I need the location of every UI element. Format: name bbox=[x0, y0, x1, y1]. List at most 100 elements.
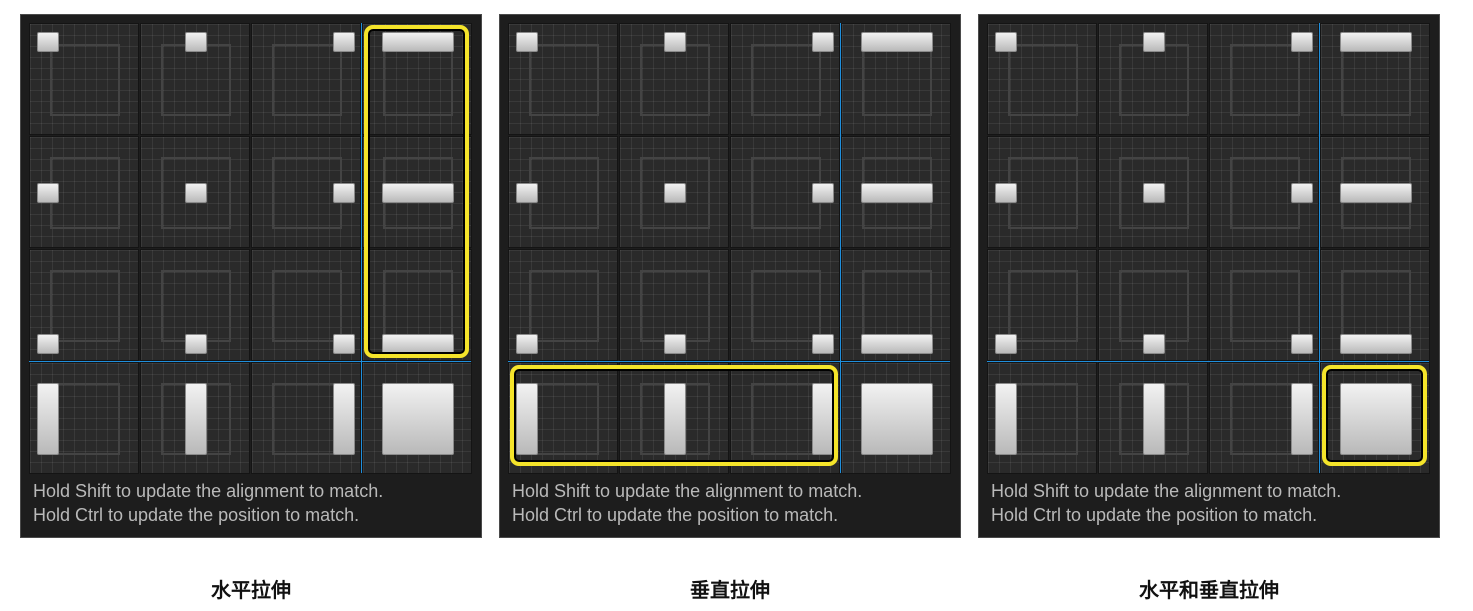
anchor-preset-bottom-right[interactable] bbox=[251, 249, 361, 361]
anchor-preset-center-stretch[interactable] bbox=[362, 136, 472, 248]
anchor-preset-stretch-center[interactable] bbox=[140, 362, 250, 474]
anchor-preset-stretch-left[interactable] bbox=[508, 362, 618, 474]
caption-vertical-stretch: 垂直拉伸 bbox=[690, 578, 770, 602]
anchor-preset-center-center[interactable] bbox=[140, 136, 250, 248]
anchor-marker-icon bbox=[516, 383, 538, 455]
anchor-preset-top-center[interactable] bbox=[140, 23, 250, 135]
anchor-frame bbox=[529, 270, 599, 342]
anchor-marker-icon bbox=[37, 383, 59, 455]
anchor-marker-icon bbox=[382, 334, 454, 354]
anchor-frame bbox=[640, 270, 710, 342]
anchor-frame bbox=[272, 270, 342, 342]
anchor-preset-center-stretch[interactable] bbox=[1320, 136, 1430, 248]
anchor-marker-icon bbox=[995, 383, 1017, 455]
anchor-marker-icon bbox=[664, 334, 686, 354]
anchor-marker-icon bbox=[995, 183, 1017, 203]
anchor-preset-top-stretch[interactable] bbox=[362, 23, 472, 135]
anchor-preset-stretch-right[interactable] bbox=[251, 362, 361, 474]
anchor-marker-icon bbox=[812, 334, 834, 354]
anchor-marker-icon bbox=[333, 334, 355, 354]
caption-horizontal-stretch: 水平拉伸 bbox=[211, 578, 291, 602]
anchor-preset-top-right[interactable] bbox=[1209, 23, 1319, 135]
anchor-grid bbox=[508, 23, 952, 481]
anchor-preset-center-right[interactable] bbox=[1209, 136, 1319, 248]
anchor-frame bbox=[751, 44, 821, 116]
anchor-frame bbox=[1341, 270, 1411, 342]
anchor-marker-icon bbox=[861, 183, 933, 203]
anchor-frame bbox=[1008, 44, 1078, 116]
anchor-frame bbox=[529, 383, 599, 455]
anchor-marker-icon bbox=[516, 334, 538, 354]
anchor-frame bbox=[383, 270, 453, 342]
anchor-preset-bottom-stretch[interactable] bbox=[841, 249, 951, 361]
anchor-marker-icon bbox=[861, 32, 933, 52]
anchor-frame bbox=[161, 44, 231, 116]
anchor-marker-icon bbox=[37, 334, 59, 354]
anchor-frame bbox=[1008, 157, 1078, 229]
stretch-divider-vertical bbox=[361, 23, 362, 473]
anchor-marker-icon bbox=[382, 32, 454, 52]
anchor-preset-top-right[interactable] bbox=[251, 23, 361, 135]
anchor-preset-bottom-right[interactable] bbox=[730, 249, 840, 361]
anchor-marker-icon bbox=[995, 334, 1017, 354]
anchor-preset-top-stretch[interactable] bbox=[1320, 23, 1430, 135]
anchor-marker-icon bbox=[333, 383, 355, 455]
anchor-grid bbox=[29, 23, 473, 481]
anchor-preset-stretch-stretch[interactable] bbox=[841, 362, 951, 474]
anchor-preset-stretch-right[interactable] bbox=[1209, 362, 1319, 474]
anchor-preset-center-right[interactable] bbox=[730, 136, 840, 248]
anchor-preset-bottom-stretch[interactable] bbox=[1320, 249, 1430, 361]
anchor-marker-icon bbox=[333, 32, 355, 52]
anchor-preset-bottom-left[interactable] bbox=[987, 249, 1097, 361]
anchor-preset-stretch-left[interactable] bbox=[29, 362, 139, 474]
anchor-frame bbox=[272, 157, 342, 229]
anchor-preset-center-stretch[interactable] bbox=[841, 136, 951, 248]
hint-ctrl-line: Hold Ctrl to update the position to matc… bbox=[33, 505, 360, 525]
anchor-preset-bottom-left[interactable] bbox=[29, 249, 139, 361]
anchor-preset-top-right[interactable] bbox=[730, 23, 840, 135]
anchor-preset-center-right[interactable] bbox=[251, 136, 361, 248]
anchor-frame bbox=[862, 270, 932, 342]
anchor-marker-icon bbox=[1340, 183, 1412, 203]
anchor-preset-bottom-center[interactable] bbox=[1098, 249, 1208, 361]
anchor-preset-bottom-right[interactable] bbox=[1209, 249, 1319, 361]
anchor-preset-center-center[interactable] bbox=[619, 136, 729, 248]
anchor-preset-center-left[interactable] bbox=[508, 136, 618, 248]
anchor-preset-top-center[interactable] bbox=[619, 23, 729, 135]
anchor-preset-center-left[interactable] bbox=[987, 136, 1097, 248]
anchor-frame bbox=[161, 270, 231, 342]
anchor-frame bbox=[751, 157, 821, 229]
anchor-preset-center-center[interactable] bbox=[1098, 136, 1208, 248]
hint-shift-line: Hold Shift to update the alignment to ma… bbox=[991, 481, 1342, 501]
anchor-preset-stretch-center[interactable] bbox=[1098, 362, 1208, 474]
anchor-preset-bottom-stretch[interactable] bbox=[362, 249, 472, 361]
hint-shift-line: Hold Shift to update the alignment to ma… bbox=[33, 481, 384, 501]
anchor-marker-icon bbox=[1291, 183, 1313, 203]
anchor-panel-full-stretch: Hold Shift to update the alignment to ma… bbox=[978, 14, 1440, 538]
anchor-preset-stretch-center[interactable] bbox=[619, 362, 729, 474]
anchor-preset-stretch-left[interactable] bbox=[987, 362, 1097, 474]
anchor-preset-stretch-stretch[interactable] bbox=[362, 362, 472, 474]
anchor-frame bbox=[272, 383, 342, 455]
anchor-preset-bottom-center[interactable] bbox=[619, 249, 729, 361]
anchor-preset-bottom-left[interactable] bbox=[508, 249, 618, 361]
anchor-hint-text: Hold Shift to update the alignment to ma… bbox=[33, 479, 475, 527]
anchor-marker-icon bbox=[1143, 32, 1165, 52]
anchor-preset-top-left[interactable] bbox=[508, 23, 618, 135]
stretch-divider-horizontal bbox=[508, 361, 950, 362]
anchor-marker-icon bbox=[37, 183, 59, 203]
anchor-preset-stretch-stretch[interactable] bbox=[1320, 362, 1430, 474]
anchor-preset-stretch-right[interactable] bbox=[730, 362, 840, 474]
anchor-frame bbox=[1008, 270, 1078, 342]
anchor-marker-icon bbox=[382, 183, 454, 203]
anchor-preset-bottom-center[interactable] bbox=[140, 249, 250, 361]
anchor-preset-center-left[interactable] bbox=[29, 136, 139, 248]
anchor-preset-top-left[interactable] bbox=[987, 23, 1097, 135]
anchor-preset-top-center[interactable] bbox=[1098, 23, 1208, 135]
anchor-preset-top-left[interactable] bbox=[29, 23, 139, 135]
stretch-divider-vertical bbox=[840, 23, 841, 473]
anchor-frame bbox=[50, 383, 120, 455]
anchor-preset-top-stretch[interactable] bbox=[841, 23, 951, 135]
anchor-marker-icon bbox=[185, 334, 207, 354]
anchor-marker-icon bbox=[185, 383, 207, 455]
